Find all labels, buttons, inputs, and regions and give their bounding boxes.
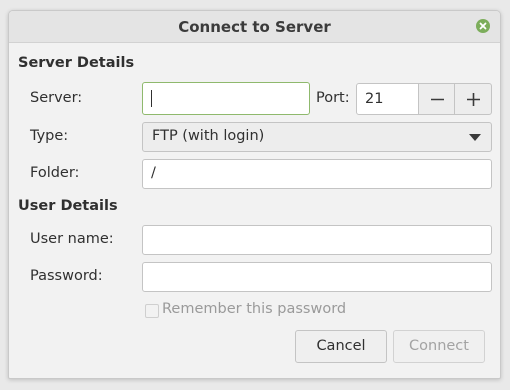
- port-increment-button[interactable]: [454, 83, 492, 115]
- minus-icon: [431, 98, 444, 101]
- connect-to-server-dialog: Connect to Server Server Details Server:…: [8, 10, 501, 379]
- port-decrement-button[interactable]: [418, 83, 455, 115]
- folder-label: Folder:: [30, 165, 80, 181]
- server-input[interactable]: [142, 82, 310, 115]
- connect-button[interactable]: Connect: [393, 330, 485, 363]
- folder-input[interactable]: /: [142, 159, 492, 189]
- password-input[interactable]: [142, 262, 492, 292]
- username-input[interactable]: [142, 225, 492, 255]
- type-dropdown[interactable]: FTP (with login): [142, 122, 492, 152]
- remember-password-checkbox[interactable]: [145, 304, 159, 318]
- text-cursor: [151, 90, 152, 107]
- user-details-heading: User Details: [18, 198, 118, 214]
- close-button[interactable]: [476, 19, 490, 33]
- plus-icon: [467, 93, 480, 106]
- folder-value: /: [151, 165, 156, 181]
- remember-password-label[interactable]: Remember this password: [162, 301, 346, 317]
- port-input[interactable]: 21: [356, 83, 419, 115]
- server-details-heading: Server Details: [18, 55, 135, 71]
- type-label: Type:: [30, 128, 69, 144]
- title-bar[interactable]: Connect to Server: [9, 11, 500, 43]
- server-label: Server:: [30, 90, 83, 106]
- port-value: 21: [365, 91, 384, 107]
- chevron-down-icon: [469, 134, 481, 141]
- cancel-button[interactable]: Cancel: [295, 330, 387, 363]
- window-title: Connect to Server: [178, 18, 331, 36]
- port-label: Port:: [316, 90, 350, 106]
- username-label: User name:: [30, 231, 114, 247]
- close-icon: [479, 22, 487, 30]
- password-label: Password:: [30, 268, 103, 284]
- type-selected-value: FTP (with login): [152, 128, 265, 144]
